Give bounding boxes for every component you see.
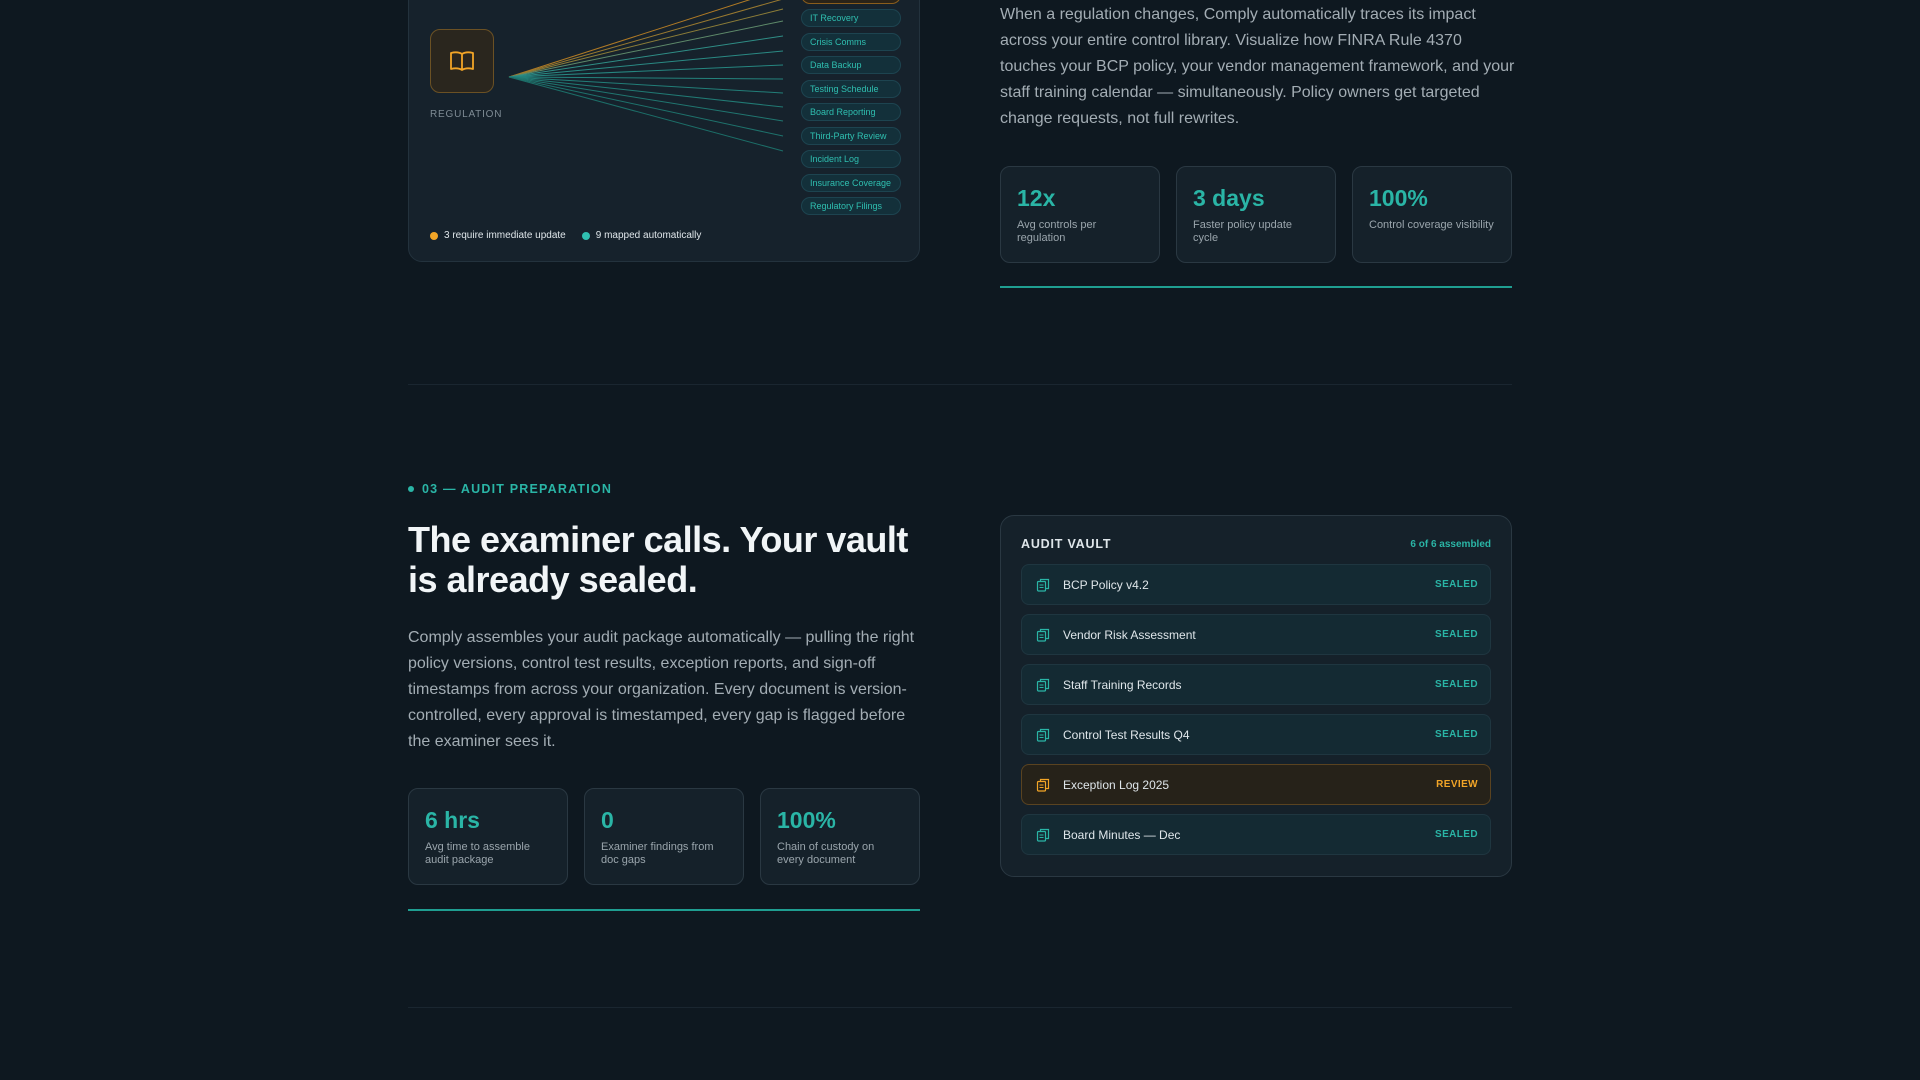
eyebrow-dot-icon — [408, 486, 414, 492]
stat-value: 0 — [601, 807, 614, 833]
stat-card: 12x Avg controls per regulation — [1000, 166, 1160, 263]
stat-label: Control coverage visibility — [1369, 219, 1494, 231]
vault-item[interactable]: BCP Policy v4.2 SEALED — [1021, 564, 1491, 605]
vault-title: AUDIT VAULT — [1021, 537, 1112, 551]
regulation-node[interactable] — [430, 29, 494, 93]
control-pill[interactable]: IT Recovery — [801, 9, 901, 27]
document-stack-icon — [1036, 828, 1050, 842]
control-pill[interactable]: Insurance Coverage — [801, 173, 901, 192]
control-pill[interactable]: Data Backup — [801, 56, 901, 74]
vault-item-status: SEALED — [1435, 729, 1478, 740]
vault-item-status: SEALED — [1435, 829, 1478, 840]
stat-value: 3 days — [1193, 185, 1265, 211]
audit-vault-card: AUDIT VAULT 6 of 6 assembled BCP Policy … — [1000, 515, 1512, 877]
amber-dot-icon — [430, 231, 438, 240]
accent-divider — [408, 909, 920, 911]
regulation-label: REGULATION — [430, 109, 503, 120]
stat-card: 100% Chain of custody on every document — [760, 788, 920, 885]
vault-item-status: SEALED — [1435, 629, 1478, 640]
vault-item-review[interactable]: Exception Log 2025 REVIEW — [1021, 764, 1491, 805]
vault-item-name: Board Minutes — Dec — [1063, 827, 1181, 842]
vault-item-name: Control Test Results Q4 — [1063, 727, 1190, 742]
accent-divider — [1000, 286, 1512, 288]
link-line — [508, 76, 784, 137]
control-pill[interactable]: Third-Party Review — [801, 126, 901, 145]
document-stack-icon — [1036, 628, 1050, 642]
vault-item[interactable]: Control Test Results Q4 SEALED — [1021, 714, 1491, 755]
link-line — [508, 76, 784, 108]
control-pill[interactable]: Regulatory Filings — [801, 197, 901, 215]
open-book-icon — [450, 51, 474, 71]
regulation-map-card: REGULATION IT Recovery Crisis Comms Data… — [408, 0, 920, 262]
section-divider — [408, 1007, 1512, 1008]
link-line — [508, 76, 784, 94]
vault-item[interactable]: Vendor Risk Assessment SEALED — [1021, 614, 1491, 655]
vault-item-status: REVIEW — [1436, 779, 1478, 790]
section-divider — [408, 384, 1512, 385]
vault-item-name: Staff Training Records — [1063, 677, 1182, 692]
control-pill-partial — [801, 0, 901, 4]
stat-label: Faster policy update cycle — [1193, 219, 1293, 244]
vault-item-name: BCP Policy v4.2 — [1063, 577, 1149, 592]
section-headline: The examiner calls. Your vault is alread… — [408, 519, 908, 600]
control-pill-list: IT Recovery Crisis Comms Data Backup Tes… — [801, 9, 901, 215]
stat-label: Avg time to assemble audit package — [425, 841, 530, 866]
stat-value: 6 hrs — [425, 807, 480, 833]
document-stack-icon — [1036, 778, 1050, 792]
eyebrow-label: 03 — AUDIT PREPARATION — [422, 482, 613, 496]
link-line — [508, 20, 784, 78]
audit-description: Comply assembles your audit package auto… — [408, 629, 915, 750]
vault-item-status: SEALED — [1435, 679, 1478, 690]
change-stats: 12x Avg controls per regulation 3 days F… — [1000, 166, 1512, 263]
legend-immediate: 3 require immediate update — [430, 230, 566, 241]
page: REGULATION IT Recovery Crisis Comms Data… — [0, 0, 1920, 1080]
document-stack-icon — [1036, 678, 1050, 692]
control-pill[interactable]: Testing Schedule — [801, 79, 901, 98]
vault-item-status: SEALED — [1435, 579, 1478, 590]
link-line — [508, 76, 784, 80]
vault-header: AUDIT VAULT 6 of 6 assembled — [1021, 536, 1491, 552]
vault-item[interactable]: Staff Training Records SEALED — [1021, 664, 1491, 705]
document-stack-icon — [1036, 578, 1050, 592]
stat-label: Examiner findings from doc gaps — [601, 841, 714, 866]
vault-list: BCP Policy v4.2 SEALED Vendor Risk Asses… — [1021, 564, 1491, 855]
document-stack-icon — [1036, 728, 1050, 742]
stat-value: 100% — [777, 807, 836, 833]
legend-automatic-label: 9 mapped automatically — [595, 230, 702, 241]
control-pill[interactable]: Crisis Comms — [801, 32, 901, 51]
stat-card: 3 days Faster policy update cycle — [1176, 166, 1336, 263]
section-eyebrow: 03 — AUDIT PREPARATION — [408, 482, 612, 496]
control-pill[interactable]: Incident Log — [801, 150, 901, 168]
control-pill[interactable]: Board Reporting — [801, 103, 901, 121]
stat-card: 100% Control coverage visibility — [1352, 166, 1512, 263]
vault-count: 6 of 6 assembled — [1410, 538, 1491, 550]
map-legend: 3 require immediate update 9 mapped auto… — [430, 230, 701, 241]
legend-automatic: 9 mapped automatically — [581, 230, 702, 241]
stat-label: Avg controls per regulation — [1017, 219, 1097, 244]
stat-value: 12x — [1017, 185, 1056, 211]
legend-immediate-label: 3 require immediate update — [444, 230, 566, 241]
vault-item-name: Exception Log 2025 — [1063, 777, 1170, 792]
stat-value: 100% — [1369, 185, 1428, 211]
link-line — [508, 0, 782, 78]
change-impact-description: When a regulation changes, Comply automa… — [1000, 6, 1515, 127]
vault-item-name: Vendor Risk Assessment — [1063, 627, 1196, 642]
teal-dot-icon — [581, 231, 590, 240]
stat-card: 6 hrs Avg time to assemble audit package — [408, 788, 568, 885]
audit-stats: 6 hrs Avg time to assemble audit package… — [408, 788, 920, 885]
stat-card: 0 Examiner findings from doc gaps — [584, 788, 744, 885]
stat-label: Chain of custody on every document — [777, 841, 875, 866]
vault-item[interactable]: Board Minutes — Dec SEALED — [1021, 814, 1491, 855]
